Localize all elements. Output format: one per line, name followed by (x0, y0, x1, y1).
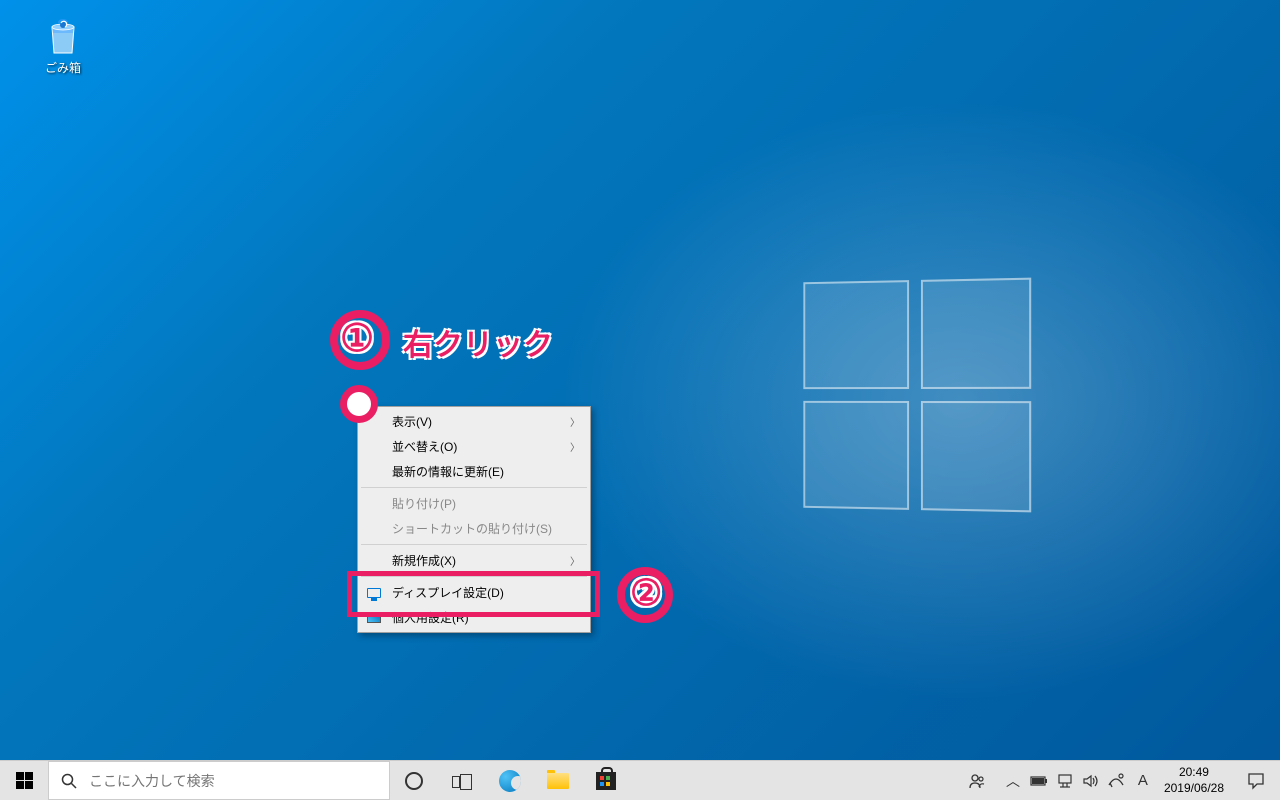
menu-item-new[interactable]: 新規作成(X) 〉 (360, 548, 588, 573)
annotation-circle-2 (617, 567, 673, 623)
taskbar: ︿ (0, 760, 1280, 800)
annotation-number-1: ① (340, 316, 374, 361)
chevron-up-icon: ︿ (1006, 771, 1020, 791)
action-center-button[interactable] (1232, 772, 1280, 790)
desktop[interactable]: ごみ箱 表示(V) 〉 並べ替え(O) 〉 最新の情報に更新(E) 貼り付け(P… (0, 0, 1280, 800)
menu-item-display-settings[interactable]: ディスプレイ設定(D) (360, 580, 588, 605)
menu-separator (361, 544, 587, 545)
system-tray: ︿ (954, 761, 1280, 800)
menu-item-paste: 貼り付け(P) (360, 491, 588, 516)
windows-start-icon (16, 772, 33, 789)
store-taskbar-button[interactable] (582, 761, 630, 800)
taskbar-search-box[interactable] (48, 761, 390, 800)
chevron-right-icon: 〉 (570, 439, 580, 454)
start-button[interactable] (0, 761, 48, 800)
ime-mode-icon (1108, 773, 1125, 788)
tray-ime-mode[interactable] (1104, 761, 1130, 800)
people-button[interactable] (954, 761, 1000, 800)
people-icon (968, 772, 986, 790)
tray-ime-indicator[interactable]: A (1130, 761, 1156, 800)
recycle-bin-desktop-icon[interactable]: ごみ箱 (25, 15, 101, 76)
clock-date: 2019/06/28 (1164, 781, 1224, 797)
taskbar-clock[interactable]: 20:49 2019/06/28 (1156, 765, 1232, 796)
tray-network[interactable] (1052, 761, 1078, 800)
network-icon (1057, 774, 1073, 788)
search-input[interactable] (89, 773, 377, 789)
battery-icon (1030, 775, 1048, 787)
annotation-number-2: ② (630, 572, 662, 614)
folder-icon (547, 773, 569, 789)
annotation-text-rightclick: 右クリック (403, 320, 553, 364)
file-explorer-taskbar-button[interactable] (534, 761, 582, 800)
recycle-bin-icon (42, 15, 84, 57)
chevron-right-icon: 〉 (570, 553, 580, 568)
volume-icon (1083, 774, 1099, 788)
monitor-icon (366, 585, 382, 601)
chevron-right-icon: 〉 (570, 414, 580, 429)
task-view-icon (452, 774, 472, 788)
menu-item-paste-shortcut: ショートカットの貼り付け(S) (360, 516, 588, 541)
store-icon (596, 772, 616, 790)
menu-item-sort[interactable]: 並べ替え(O) 〉 (360, 434, 588, 459)
clock-time: 20:49 (1164, 765, 1224, 781)
menu-separator (361, 487, 587, 488)
edge-taskbar-button[interactable] (486, 761, 534, 800)
task-view-button[interactable] (438, 761, 486, 800)
desktop-context-menu: 表示(V) 〉 並べ替え(O) 〉 最新の情報に更新(E) 貼り付け(P) ショ… (357, 406, 591, 633)
notification-icon (1247, 772, 1265, 790)
menu-separator (361, 576, 587, 577)
cortana-icon (405, 772, 423, 790)
personalize-icon (366, 610, 382, 626)
tray-overflow-button[interactable]: ︿ (1000, 761, 1026, 800)
menu-item-refresh[interactable]: 最新の情報に更新(E) (360, 459, 588, 484)
edge-icon (499, 770, 521, 792)
menu-item-personalize[interactable]: 個人用設定(R) (360, 605, 588, 630)
search-icon (61, 773, 77, 789)
annotation-circle-1 (330, 310, 390, 370)
cortana-button[interactable] (390, 761, 438, 800)
recycle-bin-label: ごみ箱 (25, 59, 101, 76)
tray-battery[interactable] (1026, 761, 1052, 800)
menu-item-view[interactable]: 表示(V) 〉 (360, 409, 588, 434)
windows-logo-wallpaper (803, 278, 1031, 513)
tray-volume[interactable] (1078, 761, 1104, 800)
